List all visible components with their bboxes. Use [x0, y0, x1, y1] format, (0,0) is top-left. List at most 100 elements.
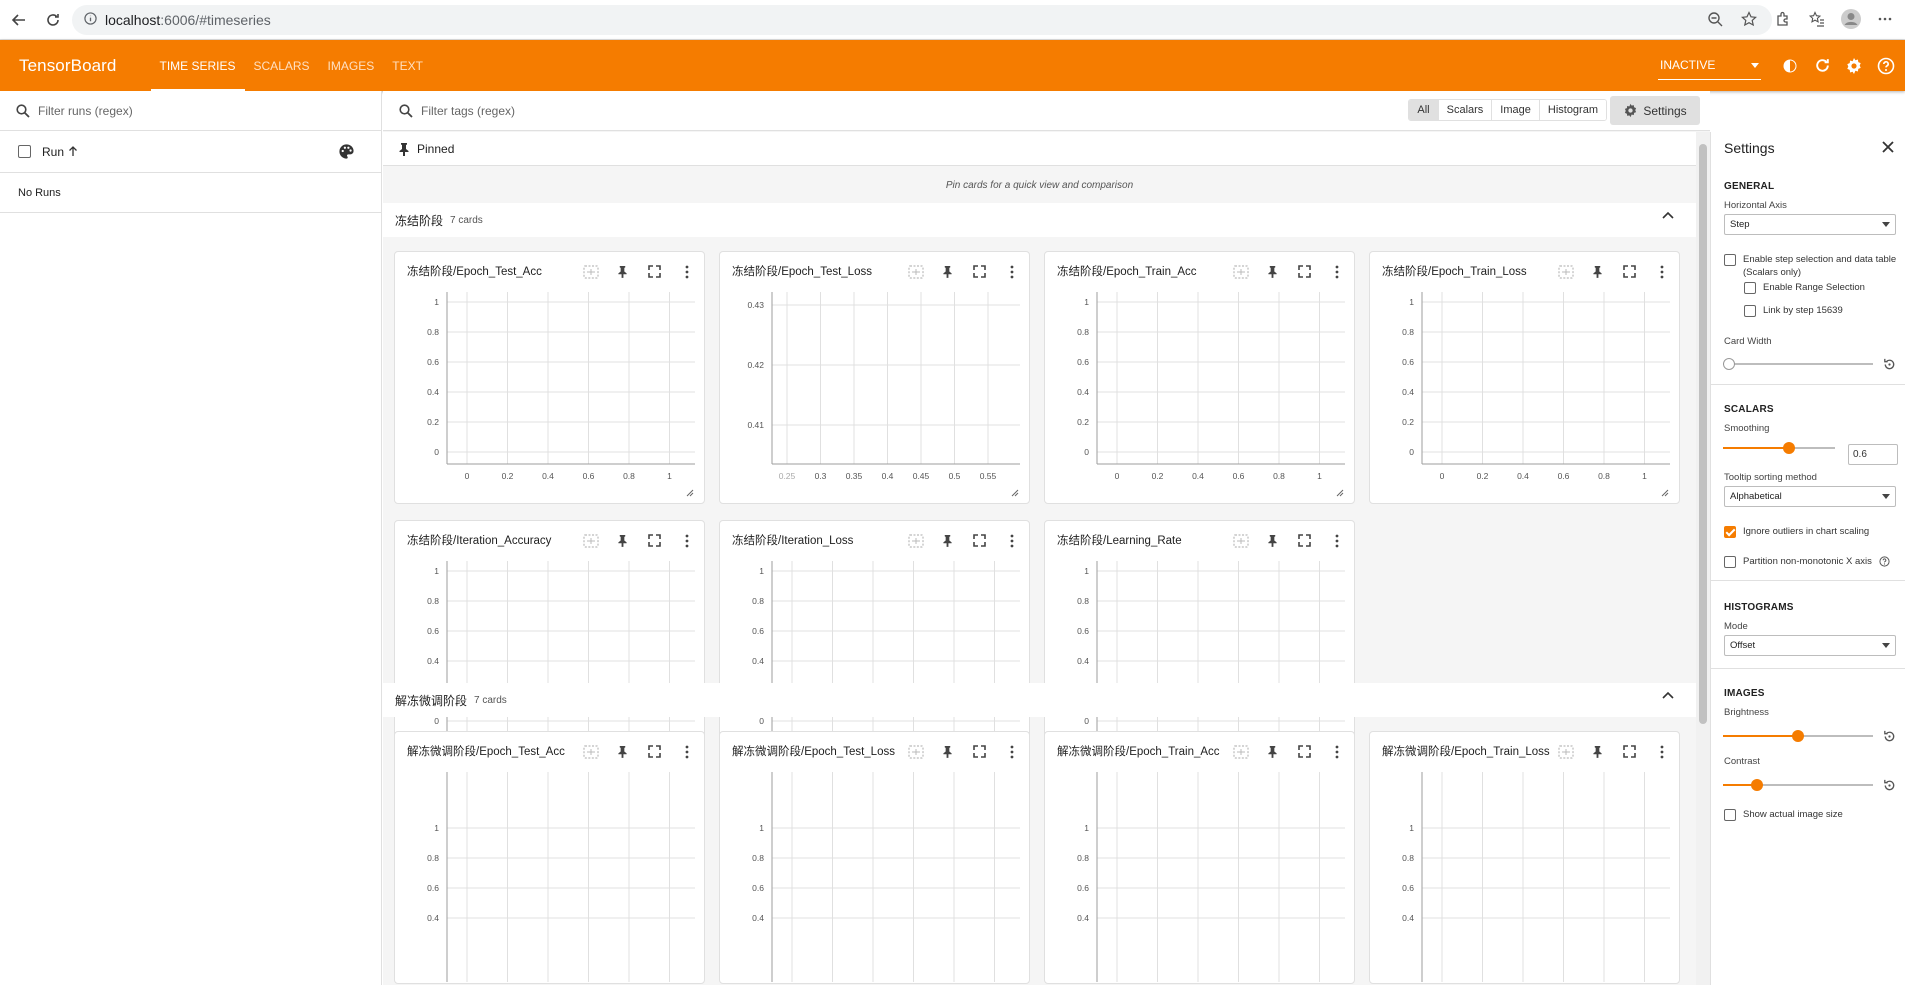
resize-handle-icon[interactable] [1011, 489, 1019, 497]
scrollbar-thumb[interactable] [1699, 144, 1707, 724]
tab-scalars[interactable]: SCALARS [245, 40, 319, 91]
partition-option[interactable]: Partition non-monotonic X axis [1724, 555, 1890, 568]
resize-handle-icon[interactable] [686, 489, 694, 497]
reset-icon[interactable] [1882, 729, 1897, 744]
address-bar[interactable]: localhost:6006/#timeseries [72, 5, 1772, 35]
contrast-knob[interactable] [1751, 779, 1763, 791]
reset-icon[interactable] [1882, 778, 1897, 793]
fullscreen-icon[interactable] [1295, 742, 1314, 761]
pin-icon[interactable] [938, 742, 957, 761]
pin-icon[interactable] [1588, 742, 1607, 761]
tooltip-sort-select[interactable]: Alphabetical [1724, 486, 1896, 507]
pin-icon[interactable] [613, 262, 632, 281]
card-width-knob[interactable] [1723, 358, 1735, 370]
more-vert-icon[interactable] [1327, 262, 1346, 281]
chart-plot[interactable]: 0 0.2 0.4 0.6 0.8 1 0 0.2 0.4 0.6 0.8 1 [1370, 282, 1681, 502]
histogram-mode-select[interactable]: Offset [1724, 635, 1896, 656]
cards-scroll-area[interactable]: Pinned Pin cards for a quick view and co… [383, 132, 1696, 985]
step-selection-option[interactable]: Enable step selection and data table (Sca… [1724, 253, 1896, 279]
palette-icon[interactable] [338, 143, 355, 160]
type-tab-all[interactable]: All [1409, 100, 1438, 120]
site-info-icon[interactable] [84, 12, 97, 28]
fit-to-domain-icon[interactable] [581, 262, 600, 281]
tab-images[interactable]: IMAGES [319, 40, 384, 91]
link-by-step-checkbox[interactable] [1744, 305, 1756, 317]
partition-checkbox[interactable] [1724, 556, 1736, 568]
contrast-slider[interactable] [1723, 779, 1873, 791]
plugin-select[interactable]: INACTIVE [1658, 52, 1761, 80]
fullscreen-icon[interactable] [645, 262, 664, 281]
chart-plot[interactable]: 0 0.2 0.4 0.6 0.8 1 0 0.2 0.4 0.6 0.8 1 [1045, 282, 1356, 502]
fit-to-domain-icon[interactable] [1556, 742, 1575, 761]
fullscreen-icon[interactable] [645, 531, 664, 550]
resize-handle-icon[interactable] [1661, 489, 1669, 497]
tab-time-series[interactable]: TIME SERIES [150, 40, 245, 91]
vertical-scrollbar[interactable] [1696, 132, 1710, 985]
fullscreen-icon[interactable] [645, 742, 664, 761]
card-width-slider[interactable] [1723, 358, 1873, 370]
link-by-step-option[interactable]: Link by step 15639 [1744, 304, 1843, 317]
sort-ascending-icon[interactable] [68, 146, 78, 157]
reload-icon[interactable] [38, 5, 68, 35]
fullscreen-icon[interactable] [970, 262, 989, 281]
fullscreen-icon[interactable] [1620, 742, 1639, 761]
type-tab-scalars[interactable]: Scalars [1437, 100, 1492, 120]
pin-icon[interactable] [613, 531, 632, 550]
actual-size-checkbox[interactable] [1724, 809, 1736, 821]
range-selection-checkbox[interactable] [1744, 282, 1756, 294]
more-vert-icon[interactable] [1002, 531, 1021, 550]
pin-icon[interactable] [1263, 531, 1282, 550]
more-vert-icon[interactable] [677, 531, 696, 550]
fit-to-domain-icon[interactable] [581, 742, 600, 761]
more-menu-icon[interactable] [1871, 5, 1899, 33]
fullscreen-icon[interactable] [1620, 262, 1639, 281]
pin-icon[interactable] [1263, 262, 1282, 281]
dark-mode-icon[interactable] [1779, 55, 1801, 77]
pin-icon[interactable] [1588, 262, 1607, 281]
fit-to-domain-icon[interactable] [1556, 262, 1575, 281]
tag-filter-input[interactable] [421, 103, 821, 118]
extensions-icon[interactable] [1769, 5, 1797, 33]
more-vert-icon[interactable] [1002, 262, 1021, 281]
more-vert-icon[interactable] [1652, 262, 1671, 281]
horizontal-axis-select[interactable]: Step [1724, 214, 1896, 235]
settings-toggle-button[interactable]: Settings [1610, 96, 1700, 125]
pin-icon[interactable] [613, 742, 632, 761]
fit-to-domain-icon[interactable] [581, 531, 600, 550]
chart-plot[interactable]: 0.41 0.42 0.43 0.25 0.3 0.35 0.4 0.45 0.5 0.55 [720, 282, 1031, 502]
run-column-label[interactable]: Run [42, 145, 64, 159]
help-icon[interactable] [1875, 55, 1897, 77]
settings-gear-icon[interactable] [1843, 55, 1865, 77]
card-group-header[interactable]: 冻结阶段 7 cards [383, 203, 1696, 237]
more-vert-icon[interactable] [1327, 531, 1346, 550]
fullscreen-icon[interactable] [970, 531, 989, 550]
back-icon[interactable] [4, 5, 34, 35]
fullscreen-icon[interactable] [1295, 262, 1314, 281]
refresh-icon[interactable] [1811, 55, 1833, 77]
more-vert-icon[interactable] [1002, 742, 1021, 761]
type-tab-histogram[interactable]: Histogram [1538, 100, 1606, 120]
reset-icon[interactable] [1882, 357, 1897, 372]
smoothing-knob[interactable] [1783, 442, 1795, 454]
fit-to-domain-icon[interactable] [1231, 262, 1250, 281]
more-vert-icon[interactable] [677, 262, 696, 281]
fullscreen-icon[interactable] [1295, 531, 1314, 550]
ignore-outliers-checkbox[interactable] [1724, 526, 1736, 538]
ignore-outliers-option[interactable]: Ignore outliers in chart scaling [1724, 525, 1869, 538]
pin-icon[interactable] [1263, 742, 1282, 761]
more-vert-icon[interactable] [1327, 742, 1346, 761]
app-logo[interactable]: TensorBoard [19, 56, 117, 76]
type-tab-image[interactable]: Image [1491, 100, 1539, 120]
runs-filter-input[interactable] [38, 103, 338, 118]
resize-handle-icon[interactable] [1336, 489, 1344, 497]
actual-size-option[interactable]: Show actual image size [1724, 808, 1843, 821]
chevron-up-icon[interactable] [1662, 691, 1674, 699]
brightness-slider[interactable] [1723, 730, 1873, 742]
fit-to-domain-icon[interactable] [906, 742, 925, 761]
smoothing-slider[interactable] [1723, 442, 1835, 454]
favorite-star-icon[interactable] [1735, 5, 1763, 33]
fullscreen-icon[interactable] [970, 742, 989, 761]
step-selection-checkbox[interactable] [1724, 254, 1736, 266]
fit-to-domain-icon[interactable] [906, 262, 925, 281]
chart-plot[interactable]: 0 0.2 0.4 0.6 0.8 1 0 0.2 0.4 0.6 0.8 1 [395, 282, 706, 502]
